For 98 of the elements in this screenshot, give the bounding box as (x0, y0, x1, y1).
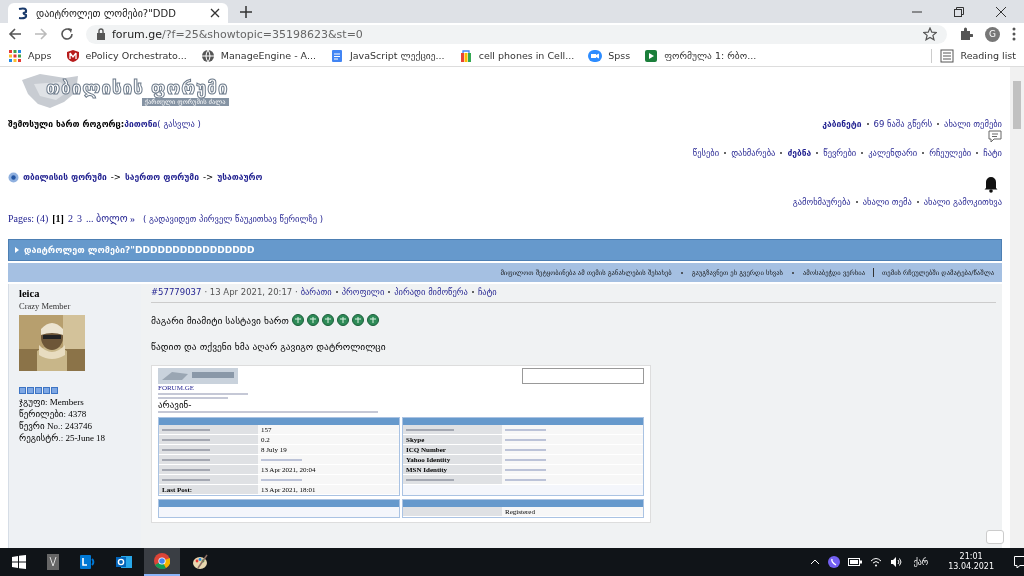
browser-tab[interactable]: დაიტროლეთ ლომები?"DDD (8, 3, 228, 23)
emoticon-icon (366, 314, 379, 326)
nav-link[interactable]: დახმარება (731, 147, 776, 158)
emoticon-icon (321, 314, 334, 326)
bookmark[interactable]: Spss (588, 48, 631, 63)
nav-link[interactable]: კალენდარი (868, 147, 918, 158)
post-action-link[interactable]: პროფილი (341, 287, 385, 297)
profile-heading: არავინ- (158, 400, 192, 410)
pages-label: Pages: (4) (8, 213, 49, 224)
breadcrumb-link[interactable]: უსათაურო (217, 172, 263, 182)
chrome-taskbar-button[interactable] (144, 548, 180, 576)
header-link[interactable]: ახალი თემები (944, 118, 1002, 129)
speaker-icon[interactable] (889, 557, 902, 567)
chat-bubble-icon[interactable] (988, 130, 1002, 143)
puzzle-icon[interactable] (959, 27, 973, 41)
first-unread-link[interactable]: ( გადავიდეთ პირველ წაუკითხავ წერილზე ) (143, 213, 323, 224)
close-icon[interactable] (210, 8, 220, 18)
toggle-button[interactable] (986, 530, 1004, 544)
post-date: · 13 Apr 2021, 20:17 · (204, 287, 298, 297)
logout-link[interactable]: ( გასვლა ) (157, 118, 201, 129)
emoticon-icon (351, 314, 364, 326)
close-icon[interactable] (996, 7, 1006, 17)
forward-icon (34, 27, 48, 41)
author-info: წერილები: 4378 (19, 408, 87, 420)
page-link[interactable]: ... ბოლო » (85, 213, 135, 224)
viber-icon[interactable] (827, 556, 840, 568)
list-icon (940, 48, 955, 63)
page-link[interactable]: 3 (76, 213, 82, 224)
post-text: მაგარი მიამიტი სასტავი ხართ (151, 314, 289, 326)
topic-action-link[interactable]: ახალი გამოკითხვა (923, 196, 1002, 207)
bookmark[interactable]: ePolicy Orchestrato... (65, 48, 187, 63)
breadcrumb-link[interactable]: თბილისის ფორუმი (23, 172, 107, 182)
battery-icon[interactable] (847, 558, 862, 566)
bookmark[interactable]: ManageEngine - A... (200, 48, 316, 63)
outlook-icon[interactable] (116, 554, 132, 570)
author-name[interactable]: leica (19, 288, 40, 299)
wifi-icon[interactable] (869, 557, 882, 567)
author-info: ჯგუფი: Members (19, 396, 84, 408)
restore-icon[interactable] (954, 7, 964, 17)
star-icon[interactable] (923, 27, 937, 41)
breadcrumb-separator: -> (202, 172, 214, 182)
topic-title-bar: დაიტროლეთ ლომები?"DDDDDDDDDDDDDDDD (8, 239, 1002, 261)
apps-grid-icon (8, 48, 22, 63)
emoticon-icon (336, 314, 349, 326)
menu-icon[interactable] (1012, 27, 1016, 41)
play-icon (644, 48, 659, 63)
shopping-bag-icon (458, 48, 473, 63)
clock[interactable]: 21:01 13.04.2021 (948, 552, 994, 572)
bookmark[interactable]: JavaScript ლექციე... (329, 48, 445, 63)
bookmark[interactable]: cell phones in Cell... (458, 48, 575, 63)
bookmark[interactable]: ფორმულა 1: რბო... (644, 48, 757, 63)
video-camera-icon (588, 48, 603, 63)
post-number-link[interactable]: #57779037 (151, 287, 202, 297)
bullet-icon (15, 247, 19, 253)
emoticon-icon (291, 314, 304, 326)
paint-palette-icon[interactable] (192, 554, 208, 570)
post-action-link[interactable]: ჩატი (477, 287, 497, 297)
topic-action-link[interactable]: გამოხმაურება (792, 196, 851, 207)
windows-start-icon[interactable] (12, 555, 26, 569)
back-icon[interactable] (8, 27, 22, 41)
forum-icon (8, 171, 19, 183)
header-link[interactable]: 69 ნაშა გწერს (873, 118, 933, 129)
lync-icon[interactable] (80, 554, 96, 570)
header-link[interactable]: კაბინეტი (822, 118, 862, 129)
profile-button[interactable]: G (985, 26, 1000, 42)
app-icon[interactable] (46, 554, 60, 570)
new-tab-icon[interactable] (240, 6, 252, 18)
lock-icon (96, 28, 106, 40)
nav-link[interactable]: ძებნა (787, 147, 812, 158)
reload-icon[interactable] (60, 27, 74, 41)
document-icon (329, 48, 344, 63)
chrome-icon (154, 553, 170, 569)
site-icon (16, 6, 30, 20)
page-link[interactable]: [1] (52, 213, 64, 224)
reading-list-button[interactable]: Reading list (931, 48, 1016, 63)
author-rank: Crazy Member (19, 301, 71, 311)
address-field[interactable]: forum.ge/?f=25&showtopic=35198623&st=0 (86, 24, 947, 44)
page-link[interactable]: 2 (67, 213, 73, 224)
breadcrumb-separator: -> (110, 172, 121, 182)
login-status: შემოსული ხართ როგორც:პითონი( გასვლა ) (8, 118, 201, 129)
nav-link[interactable]: წესები (692, 147, 720, 158)
bookmark[interactable]: Apps (8, 48, 52, 63)
post-text: წადით და თქვენი ხმა აღარ გავიგო დატროლილცი (151, 340, 386, 352)
post-action-link[interactable]: პირადი მიმოწერა (394, 287, 468, 297)
shield-icon (65, 48, 80, 63)
author-info: რეგისტრ.: 25-June 18 (19, 432, 106, 444)
globe-icon (200, 48, 215, 63)
chevron-up-icon[interactable] (809, 559, 820, 565)
nav-link[interactable]: რჩეულები (929, 147, 972, 158)
breadcrumb-link[interactable]: საერთო ფორუმი (124, 172, 199, 182)
nav-link[interactable]: ჩატი (983, 147, 1002, 158)
notification-icon[interactable] (1014, 556, 1024, 568)
emoticon-icon (306, 314, 319, 326)
nav-link[interactable]: წევრები (823, 147, 857, 158)
author-info: წევრი No.: 243746 (19, 420, 92, 432)
topic-action-link[interactable]: ახალი თემა (862, 196, 912, 207)
post-action-link[interactable]: ბარათი (300, 287, 332, 297)
input-language[interactable]: ქარ (913, 557, 929, 567)
